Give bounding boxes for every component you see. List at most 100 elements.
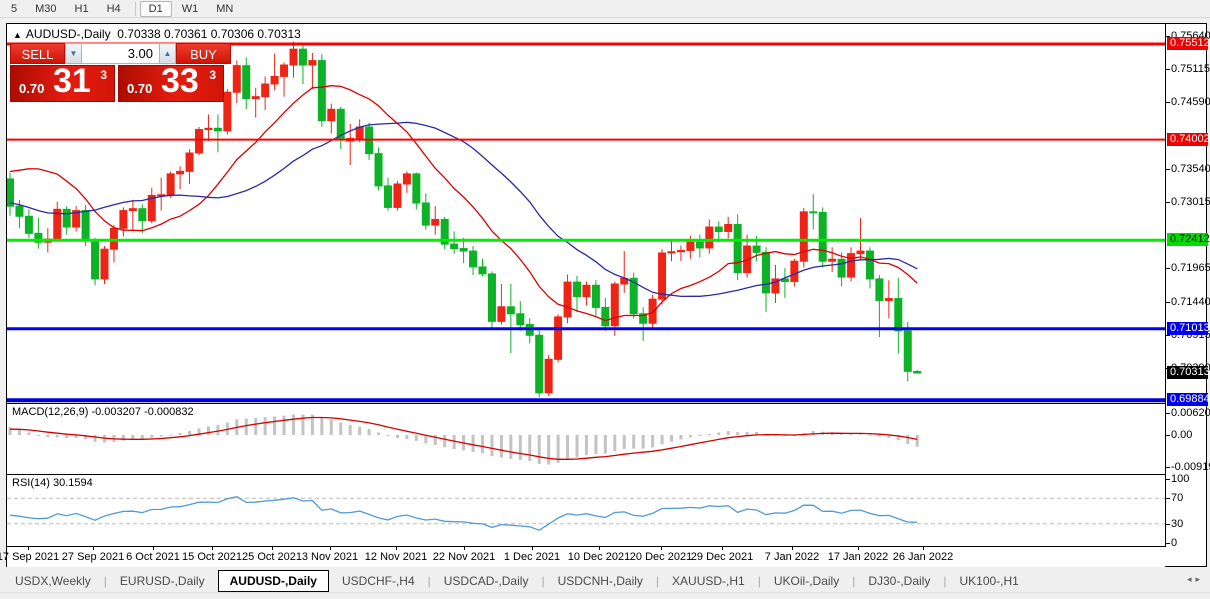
chart-tab-usdx-weekly[interactable]: USDX,Weekly (2, 571, 104, 591)
chart-symbol-label: AUDUSD-,Daily (26, 27, 111, 41)
candle-body (129, 209, 136, 211)
macd-bar (339, 423, 342, 435)
chart-ohlc-header: ▲AUDUSD-,Daily 0.70338 0.70361 0.70306 0… (13, 27, 301, 41)
chart-tab-xauusd-h1[interactable]: XAUUSD-,H1 (659, 571, 758, 591)
chart-tab-ukoil-daily[interactable]: UKOil-,Daily (761, 571, 852, 591)
volume-decrease-button[interactable]: ▼ (65, 43, 82, 64)
macd-bar (396, 435, 399, 438)
candle-body (479, 267, 486, 274)
macd-bar (594, 435, 597, 454)
axis-tick-mark (1166, 467, 1170, 468)
timeframe-button-w1[interactable]: W1 (174, 2, 207, 16)
macd-bar (207, 426, 210, 435)
volume-increase-button[interactable]: ▲ (159, 43, 176, 64)
sell-price-panel[interactable]: 0.70 31 3 (10, 65, 115, 102)
candle-body (611, 284, 618, 326)
date-tick-mark (28, 547, 29, 550)
macd-bar (717, 432, 720, 435)
tab-scroll-right-icon[interactable]: ▸ (1195, 574, 1204, 584)
chart-tab-usdcad-daily[interactable]: USDCAD-,Daily (431, 571, 542, 591)
date-tick-mark (330, 547, 331, 550)
macd-bar (736, 432, 739, 435)
sell-price-main: 31 (53, 62, 91, 101)
buy-button[interactable]: BUY (176, 43, 231, 64)
candle-body (205, 128, 212, 129)
macd-bar (65, 435, 68, 438)
chart-tab-dj30-daily[interactable]: DJ30-,Daily (855, 571, 943, 591)
rsi-tick-label: 30 (1171, 518, 1183, 530)
price-tick-label: 0.73015 (1171, 196, 1210, 208)
macd-bar (18, 430, 21, 435)
date-axis-label: 25 Oct 2021 (242, 551, 302, 563)
candle-body (904, 331, 911, 372)
candle-body (574, 282, 581, 297)
candle-body (196, 130, 203, 153)
timeframe-button-m30[interactable]: M30 (27, 2, 64, 16)
chart-tab-usdcnh-daily[interactable]: USDCNH-,Daily (545, 571, 656, 591)
candle-body (488, 274, 495, 321)
macd-bar (179, 433, 182, 435)
date-axis-label: 26 Jan 2022 (893, 551, 954, 563)
macd-bar (623, 435, 626, 449)
candle-body (177, 171, 184, 174)
chart-tab-uk100-h1[interactable]: UK100-,H1 (946, 571, 1031, 591)
macd-bar (613, 435, 616, 451)
candle-body (829, 259, 836, 261)
macd-bar (37, 435, 40, 436)
chart-tab-eurusd-daily[interactable]: EURUSD-,Daily (107, 571, 218, 591)
macd-bar (868, 435, 871, 436)
candle-body (92, 241, 99, 279)
date-tick-mark (661, 547, 662, 550)
trading-app-window: 5M30H1H4D1W1MN ▲AUDUSD-,Daily 0.70338 0.… (0, 0, 1210, 599)
timeframe-button-h4[interactable]: H4 (99, 2, 129, 16)
rsi-tick-label: 100 (1171, 473, 1189, 485)
date-tick-mark (923, 547, 924, 550)
buy-price-panel[interactable]: 0.70 33 3 (118, 65, 224, 102)
macd-bar (916, 435, 919, 447)
price-tick-label: 0.71965 (1171, 262, 1210, 274)
tab-scroll-arrows[interactable]: ◂▸ (1187, 574, 1204, 585)
rsi-pane[interactable]: RSI(14) 30.1594 (7, 475, 1165, 547)
macd-bar (443, 435, 446, 447)
candle-body (309, 61, 316, 65)
candle-body (299, 49, 306, 65)
timeframe-button-5[interactable]: 5 (3, 2, 25, 16)
volume-input[interactable]: 3.00 (82, 43, 159, 64)
candle-body (262, 84, 269, 97)
macd-bar (632, 435, 635, 449)
candle-body (583, 285, 590, 296)
candle-body (394, 184, 401, 207)
buy-price-pip: 3 (209, 68, 216, 82)
rsi-canvas[interactable] (7, 475, 1165, 546)
macd-bar (472, 435, 475, 452)
axis-tick-mark (1166, 268, 1170, 269)
date-axis-label: 7 Jan 2022 (765, 551, 819, 563)
timeframe-button-mn[interactable]: MN (208, 2, 241, 16)
sell-button[interactable]: SELL (10, 43, 65, 64)
candle-body (838, 259, 845, 277)
candle-body (318, 61, 325, 121)
chart-tab-usdchf-h4[interactable]: USDCHF-,H4 (329, 571, 428, 591)
macd-bar (519, 435, 522, 460)
candle-body (451, 244, 458, 248)
candle-body (7, 179, 14, 206)
macd-bar (283, 416, 286, 435)
date-tick-mark (722, 547, 723, 550)
macd-bar (9, 427, 12, 435)
price-axis[interactable]: 0.756400.751150.745900.735400.730150.719… (1165, 24, 1208, 547)
axis-tick-mark (1166, 479, 1170, 480)
macd-tick-label: 0.006201 (1171, 407, 1210, 419)
macd-pane[interactable]: MACD(12,26,9) -0.003207 -0.000832 (7, 404, 1165, 475)
axis-tick-mark (1166, 335, 1170, 336)
timeframe-button-h1[interactable]: H1 (67, 2, 97, 16)
chart-window: ▲AUDUSD-,Daily 0.70338 0.70361 0.70306 0… (6, 23, 1207, 567)
candle-body (810, 212, 817, 213)
macd-bar (245, 419, 248, 435)
axis-tick-mark (1166, 69, 1170, 70)
chart-tab-audusd-daily[interactable]: AUDUSD-,Daily (218, 570, 329, 592)
time-axis[interactable]: 17 Sep 202127 Sep 20216 Oct 202115 Oct 2… (7, 547, 1165, 567)
rsi-line (10, 497, 917, 531)
timeframe-button-d1[interactable]: D1 (140, 1, 172, 17)
date-axis-label: 20 Dec 2021 (630, 551, 692, 563)
up-triangle-icon: ▲ (13, 30, 22, 40)
